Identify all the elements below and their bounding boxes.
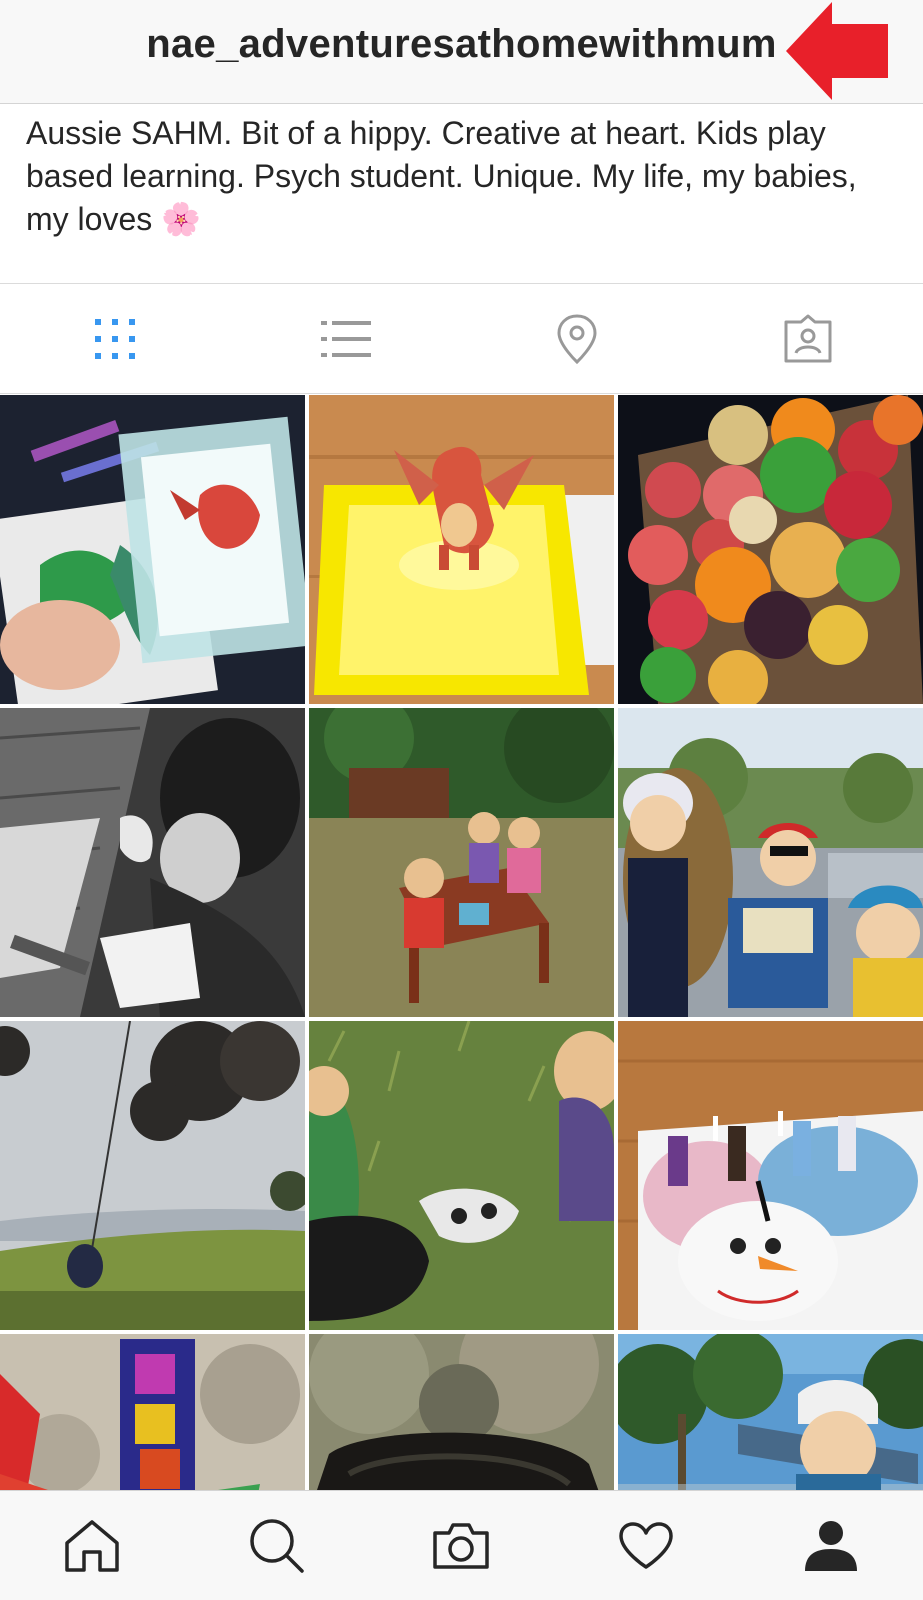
post-thumbnail[interactable] — [309, 1334, 614, 1490]
list-icon — [321, 320, 372, 357]
post-thumbnail[interactable] — [618, 395, 923, 704]
grid-icon — [95, 318, 136, 359]
post-thumbnail[interactable] — [618, 1334, 923, 1490]
post-image — [309, 708, 614, 1017]
post-image — [0, 1021, 305, 1330]
tab-grid[interactable] — [0, 284, 231, 393]
location-pin-icon — [557, 313, 597, 364]
post-image — [309, 1021, 614, 1330]
post-thumbnail[interactable] — [0, 1334, 305, 1490]
nav-camera[interactable] — [369, 1491, 554, 1600]
post-image — [309, 1334, 614, 1490]
post-image — [0, 1334, 305, 1490]
post-image — [618, 1334, 923, 1490]
post-thumbnail[interactable] — [0, 708, 305, 1017]
post-thumbnail[interactable] — [309, 395, 614, 704]
camera-icon — [433, 1522, 490, 1569]
bottom-navigation — [0, 1490, 923, 1600]
profile-bio: Aussie SAHM. Bit of a hippy. Creative at… — [26, 115, 857, 237]
tab-places[interactable] — [462, 284, 693, 393]
profile-view-tabs — [0, 284, 923, 394]
tab-list[interactable] — [231, 284, 462, 393]
nav-search[interactable] — [185, 1491, 370, 1600]
heart-icon — [619, 1521, 673, 1569]
nav-activity[interactable] — [554, 1491, 739, 1600]
post-image — [309, 395, 614, 704]
red-arrow-annotation-icon — [786, 2, 888, 100]
profile-username[interactable]: nae_adventuresathomewithmum — [0, 22, 923, 67]
photo-grid — [0, 395, 923, 1490]
post-thumbnail[interactable] — [0, 395, 305, 704]
nav-profile[interactable] — [738, 1491, 923, 1600]
post-image — [618, 708, 923, 1017]
profile-header: nae_adventuresathomewithmum — [0, 0, 923, 104]
tagged-person-icon — [784, 314, 832, 362]
post-image — [0, 395, 305, 704]
post-thumbnail[interactable] — [309, 1021, 614, 1330]
post-image — [618, 1021, 923, 1330]
search-icon — [250, 1518, 304, 1573]
home-icon — [65, 1519, 120, 1572]
post-image — [618, 395, 923, 704]
post-thumbnail[interactable] — [618, 1021, 923, 1330]
post-thumbnail[interactable] — [309, 708, 614, 1017]
profile-icon — [804, 1520, 857, 1571]
post-thumbnail[interactable] — [0, 1021, 305, 1330]
post-thumbnail[interactable] — [618, 708, 923, 1017]
post-image — [0, 708, 305, 1017]
nav-home[interactable] — [0, 1491, 185, 1600]
tab-tagged[interactable] — [692, 284, 923, 393]
